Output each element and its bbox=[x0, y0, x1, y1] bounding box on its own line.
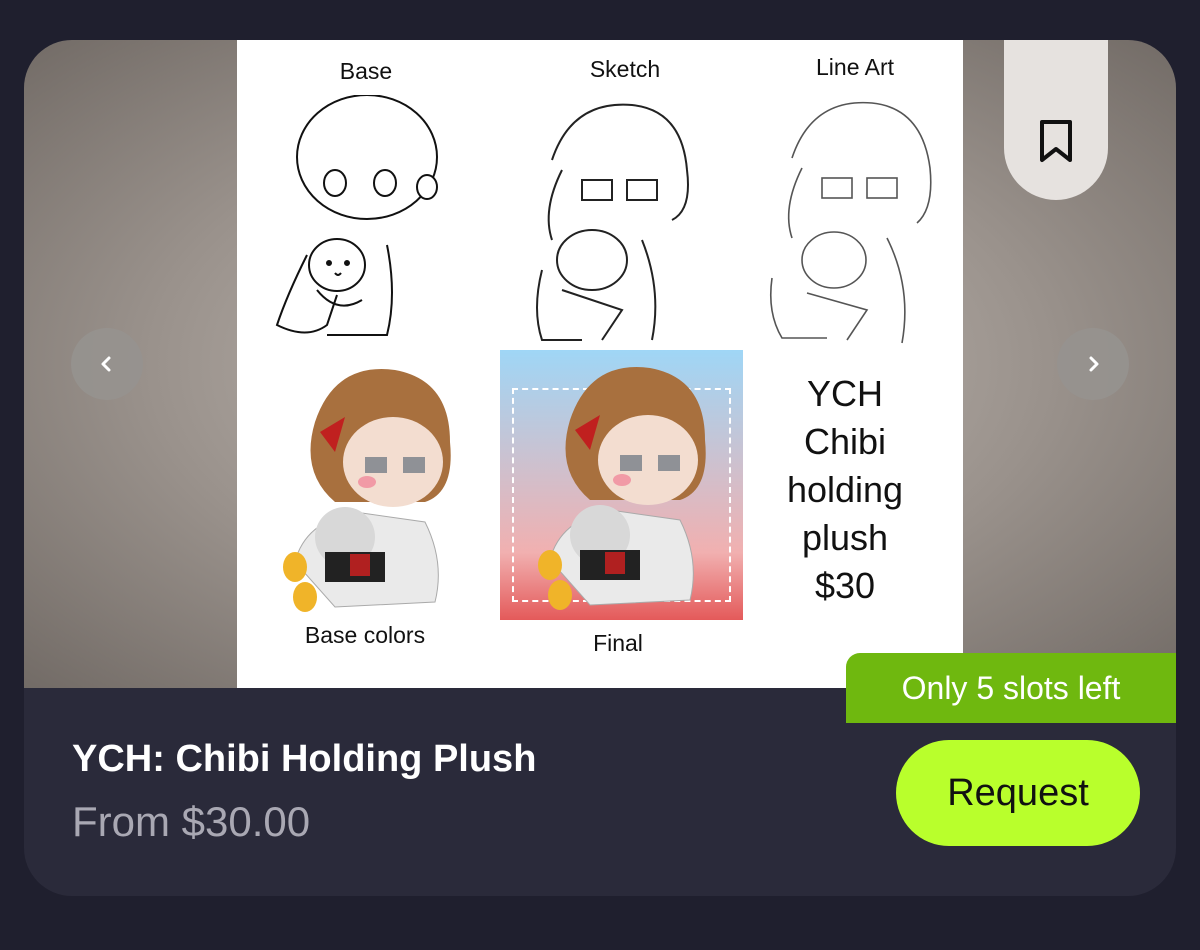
base-colors-drawing bbox=[283, 369, 451, 612]
carousel-prev-button[interactable] bbox=[71, 328, 143, 400]
line-art-drawing bbox=[769, 101, 932, 344]
artwork-image: Base Sketch Line Art Base colors Final Y… bbox=[237, 40, 963, 688]
final-drawing bbox=[538, 367, 706, 610]
label-line-art: Line Art bbox=[816, 54, 894, 80]
listing-title: YCH: Chibi Holding Plush bbox=[72, 738, 537, 780]
chevron-left-icon bbox=[101, 356, 111, 372]
slots-left-badge: Only 5 slots left bbox=[846, 653, 1176, 723]
bookmark-icon bbox=[1040, 120, 1072, 162]
chevron-right-icon bbox=[1089, 356, 1099, 372]
bookmark-button[interactable] bbox=[1004, 40, 1108, 200]
listing-card: Base Sketch Line Art Base colors Final Y… bbox=[24, 40, 1176, 896]
final-image bbox=[500, 350, 743, 620]
label-base: Base bbox=[339, 58, 393, 84]
ych-price-text: YCH Chibi holding plush $30 bbox=[786, 373, 904, 606]
base-drawing bbox=[275, 95, 438, 336]
image-carousel: Base Sketch Line Art Base colors Final Y… bbox=[24, 40, 1176, 688]
label-sketch: Sketch bbox=[589, 56, 661, 82]
sketch-drawing bbox=[536, 103, 689, 341]
request-button[interactable]: Request bbox=[896, 740, 1140, 846]
carousel-next-button[interactable] bbox=[1057, 328, 1129, 400]
label-base-colors: Base colors bbox=[304, 622, 426, 648]
label-final: Final bbox=[593, 630, 643, 656]
listing-price: From $30.00 bbox=[72, 798, 311, 845]
